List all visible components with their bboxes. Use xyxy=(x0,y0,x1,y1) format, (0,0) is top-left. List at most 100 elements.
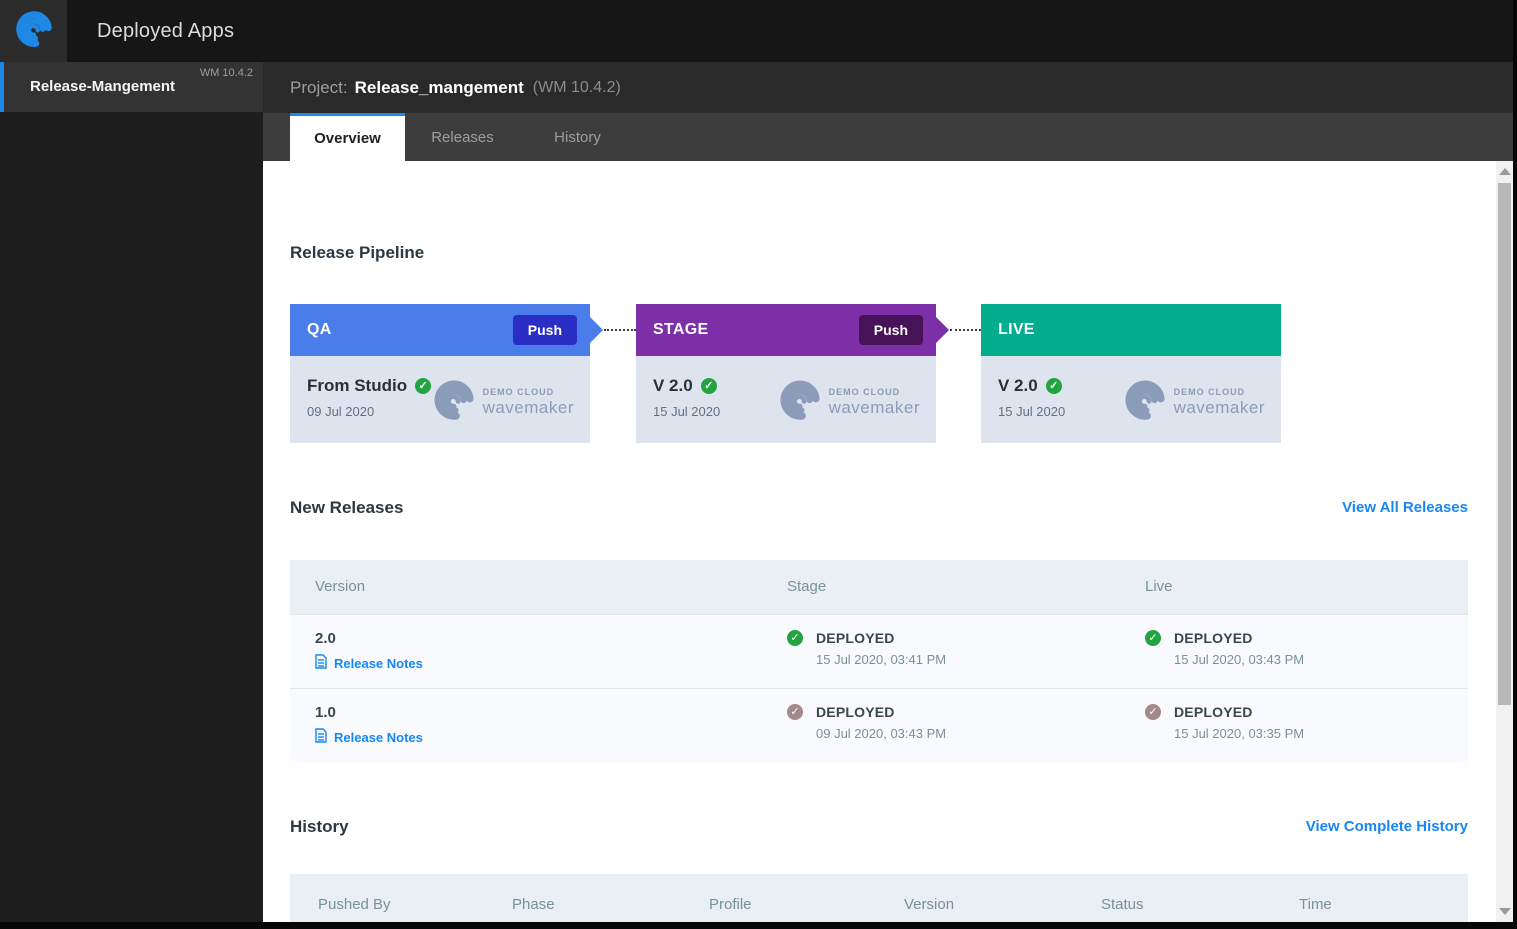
status-label: DEPLOYED xyxy=(816,704,895,720)
history-title: History xyxy=(290,817,349,836)
app-title: Deployed Apps xyxy=(97,19,235,42)
column-header-pushed-by: Pushed By xyxy=(318,896,391,913)
check-circle-icon: ✓ xyxy=(700,378,717,394)
wavemaker-label: wavemaker xyxy=(482,398,574,417)
view-complete-history-link[interactable]: View Complete History xyxy=(1306,818,1468,835)
pipeline-card-qa-body: From Studio ✓ 09 Jul 2020 DEMO CLOUD wav… xyxy=(290,356,590,443)
pipeline-card-live: LIVE V 2.0 ✓ 15 Jul 2020 DEMO CLOUD wave… xyxy=(981,304,1281,443)
new-releases-table: Version Stage Live 2.0 Release Notes ✓ D… xyxy=(290,560,1468,762)
stage-date: 15 Jul 2020 xyxy=(653,404,721,419)
pipeline-card-stage: STAGE Push V 2.0 ✓ 15 Jul 2020 DEMO CLOU… xyxy=(636,304,949,443)
sidebar-item-version: WM 10.4.2 xyxy=(199,67,253,79)
column-header-phase: Phase xyxy=(512,896,555,913)
project-name: Release_mangement xyxy=(354,77,524,97)
wavemaker-label: wavemaker xyxy=(1173,398,1265,417)
top-bar: Deployed Apps xyxy=(0,0,1517,62)
history-table-header: Pushed By Phase Profile Version Status T… xyxy=(290,874,1468,928)
column-header-live: Live xyxy=(1145,578,1173,595)
column-header-version: Version xyxy=(315,578,366,595)
status-label: DEPLOYED xyxy=(816,630,895,646)
pipeline-card-stage-body: V 2.0 ✓ 15 Jul 2020 DEMO CLOUD wavemaker xyxy=(636,356,936,443)
scroll-down-icon[interactable] xyxy=(1499,908,1511,915)
demo-cloud-label: DEMO CLOUD xyxy=(482,387,555,397)
table-row: 1.0 Release Notes ✓ DEPLOYED 09 Jul 2020… xyxy=(290,688,1468,762)
stage-date: 09 Jul 2020 xyxy=(307,404,375,419)
wavemaker-wave-icon xyxy=(778,378,822,427)
demo-cloud-logo: DEMO CLOUD wavemaker xyxy=(778,378,920,427)
stage-name: STAGE xyxy=(653,321,709,338)
history-table: Pushed By Phase Profile Version Status T… xyxy=(290,874,1468,928)
release-pipeline-title: Release Pipeline xyxy=(290,243,425,262)
overview-panel: Release Pipeline QA Push From Studio ✓ 0… xyxy=(263,161,1517,928)
sidebar-item-release-mangement[interactable]: Release-Mangement WM 10.4.2 xyxy=(0,62,263,112)
scrollbar-thumb[interactable] xyxy=(1498,183,1511,705)
wavemaker-wave-icon xyxy=(14,9,54,54)
tab-history[interactable]: History xyxy=(520,113,635,161)
status-label: DEPLOYED xyxy=(1174,630,1253,646)
pipeline-connector xyxy=(950,329,981,331)
view-all-releases-link[interactable]: View All Releases xyxy=(1342,499,1468,516)
sidebar-item-label: Release-Mangement xyxy=(30,78,176,95)
wavemaker-logo-button[interactable] xyxy=(0,0,67,62)
tab-overview[interactable]: Overview xyxy=(290,113,405,161)
version-cell: 1.0 Release Notes xyxy=(315,704,423,746)
stage-version: From Studio ✓ xyxy=(307,376,432,396)
live-status-cell: ✓ DEPLOYED 15 Jul 2020, 03:35 PM xyxy=(1145,704,1304,741)
version-number: 2.0 xyxy=(315,630,336,647)
table-row: 2.0 Release Notes ✓ DEPLOYED 15 Jul 2020… xyxy=(290,614,1468,688)
check-circle-icon: ✓ xyxy=(415,378,432,394)
wavemaker-wave-icon xyxy=(1123,378,1167,427)
pipeline-card-qa-header: QA Push xyxy=(290,304,603,356)
column-header-profile: Profile xyxy=(709,896,752,913)
stage-version: V 2.0 ✓ xyxy=(998,376,1062,396)
right-edge-border xyxy=(1513,0,1517,929)
pipeline-card-stage-header: STAGE Push xyxy=(636,304,949,356)
push-to-live-button[interactable]: Push xyxy=(858,315,923,345)
vertical-scrollbar[interactable] xyxy=(1496,161,1513,922)
version-cell: 2.0 Release Notes xyxy=(315,630,423,672)
stage-version: V 2.0 ✓ xyxy=(653,376,717,396)
new-releases-title: New Releases xyxy=(290,498,404,517)
status-label: DEPLOYED xyxy=(1174,704,1253,720)
arrow-right-icon xyxy=(936,317,949,343)
check-circle-icon: ✓ xyxy=(1045,378,1062,394)
project-header-label: Project: xyxy=(290,77,348,97)
pipeline-card-live-body: V 2.0 ✓ 15 Jul 2020 DEMO CLOUD wavemaker xyxy=(981,356,1281,443)
pipeline-card-live-header: LIVE xyxy=(981,304,1281,356)
stage-name: LIVE xyxy=(998,321,1035,338)
stage-status-cell: ✓ DEPLOYED 09 Jul 2020, 03:43 PM xyxy=(787,704,946,741)
column-header-status: Status xyxy=(1101,896,1144,913)
column-header-stage: Stage xyxy=(787,578,827,595)
stage-status-cell: ✓ DEPLOYED 15 Jul 2020, 03:41 PM xyxy=(787,630,946,667)
stage-date: 15 Jul 2020 xyxy=(998,404,1066,419)
status-time: 15 Jul 2020, 03:41 PM xyxy=(816,652,947,667)
version-number: 1.0 xyxy=(315,704,336,721)
status-time: 15 Jul 2020, 03:43 PM xyxy=(1174,652,1305,667)
wavemaker-label: wavemaker xyxy=(828,398,920,417)
document-icon xyxy=(315,728,327,746)
release-notes-link[interactable]: Release Notes xyxy=(315,728,423,746)
stage-name: QA xyxy=(307,321,332,338)
status-time: 15 Jul 2020, 03:35 PM xyxy=(1174,726,1305,741)
demo-cloud-logo: DEMO CLOUD wavemaker xyxy=(1123,378,1265,427)
release-notes-link[interactable]: Release Notes xyxy=(315,654,423,672)
scroll-up-icon[interactable] xyxy=(1499,168,1511,175)
demo-cloud-logo: DEMO CLOUD wavemaker xyxy=(432,378,574,427)
demo-cloud-label: DEMO CLOUD xyxy=(1173,387,1246,397)
column-header-time: Time xyxy=(1299,896,1332,913)
check-circle-icon: ✓ xyxy=(787,704,803,720)
tab-releases[interactable]: Releases xyxy=(405,113,520,161)
live-status-cell: ✓ DEPLOYED 15 Jul 2020, 03:43 PM xyxy=(1145,630,1304,667)
wavemaker-wave-icon xyxy=(432,378,476,427)
document-icon xyxy=(315,654,327,672)
new-releases-table-header: Version Stage Live xyxy=(290,560,1468,614)
push-to-stage-button[interactable]: Push xyxy=(512,315,577,345)
status-time: 09 Jul 2020, 03:43 PM xyxy=(816,726,947,741)
project-version: (WM 10.4.2) xyxy=(532,78,621,96)
bottom-edge-bar xyxy=(0,922,1517,929)
check-circle-icon: ✓ xyxy=(1145,630,1161,646)
arrow-right-icon xyxy=(590,317,603,343)
pipeline-connector xyxy=(604,329,636,331)
app-root: Deployed Apps Release-Mangement WM 10.4.… xyxy=(0,0,1517,929)
check-circle-icon: ✓ xyxy=(1145,704,1161,720)
